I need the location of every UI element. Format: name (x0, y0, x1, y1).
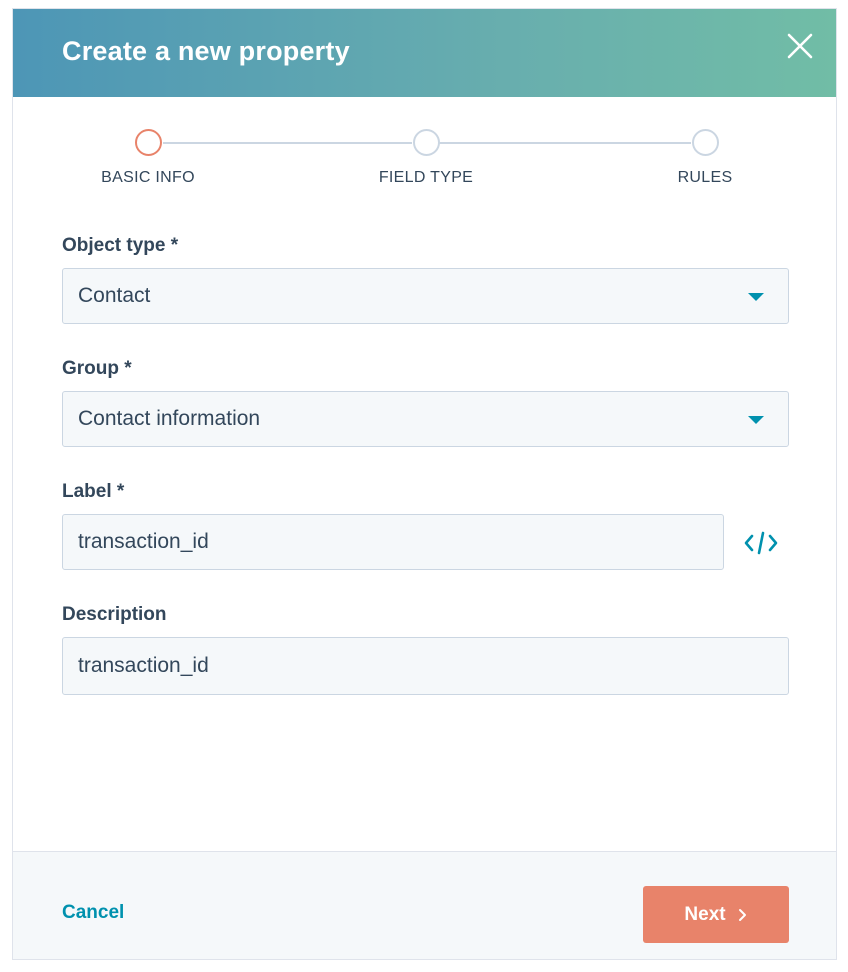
step-connector (439, 142, 691, 144)
chevron-right-icon (738, 908, 746, 921)
label-input[interactable]: transaction_id (62, 514, 724, 570)
code-icon[interactable] (743, 529, 779, 557)
next-button-label: Next (684, 903, 726, 925)
description-input[interactable]: transaction_id (62, 637, 789, 695)
step-indicator-rules (692, 129, 719, 156)
object-type-label: Object type * (62, 235, 179, 256)
step-indicator-basic-info (135, 129, 162, 156)
step-label-rules: RULES (677, 169, 733, 186)
chevron-down-icon (748, 293, 764, 301)
object-type-value: Contact (78, 284, 151, 307)
object-type-select[interactable]: Contact (62, 268, 789, 324)
next-button[interactable]: Next (643, 886, 789, 943)
step-connector (163, 142, 412, 144)
create-property-dialog: Create a new property BASIC INFO FIELD T… (12, 8, 837, 960)
progress-stepper: BASIC INFO FIELD TYPE RULES (13, 127, 836, 197)
description-label: Description (62, 604, 167, 625)
close-icon[interactable] (786, 32, 814, 60)
description-input-value: transaction_id (78, 654, 209, 677)
group-label: Group * (62, 358, 132, 379)
label-field-label: Label * (62, 481, 125, 502)
cancel-button[interactable]: Cancel (62, 902, 124, 924)
dialog-footer: Cancel Next (13, 851, 836, 959)
step-label-field-type: FIELD TYPE (378, 169, 474, 186)
dialog-title: Create a new property (62, 36, 350, 66)
label-input-value: transaction_id (78, 530, 209, 553)
step-indicator-field-type (413, 129, 440, 156)
group-value: Contact information (78, 407, 261, 430)
chevron-down-icon (748, 416, 764, 424)
group-select[interactable]: Contact information (62, 391, 789, 447)
step-label-basic-info: BASIC INFO (101, 169, 195, 186)
dialog-header: Create a new property (13, 9, 836, 97)
